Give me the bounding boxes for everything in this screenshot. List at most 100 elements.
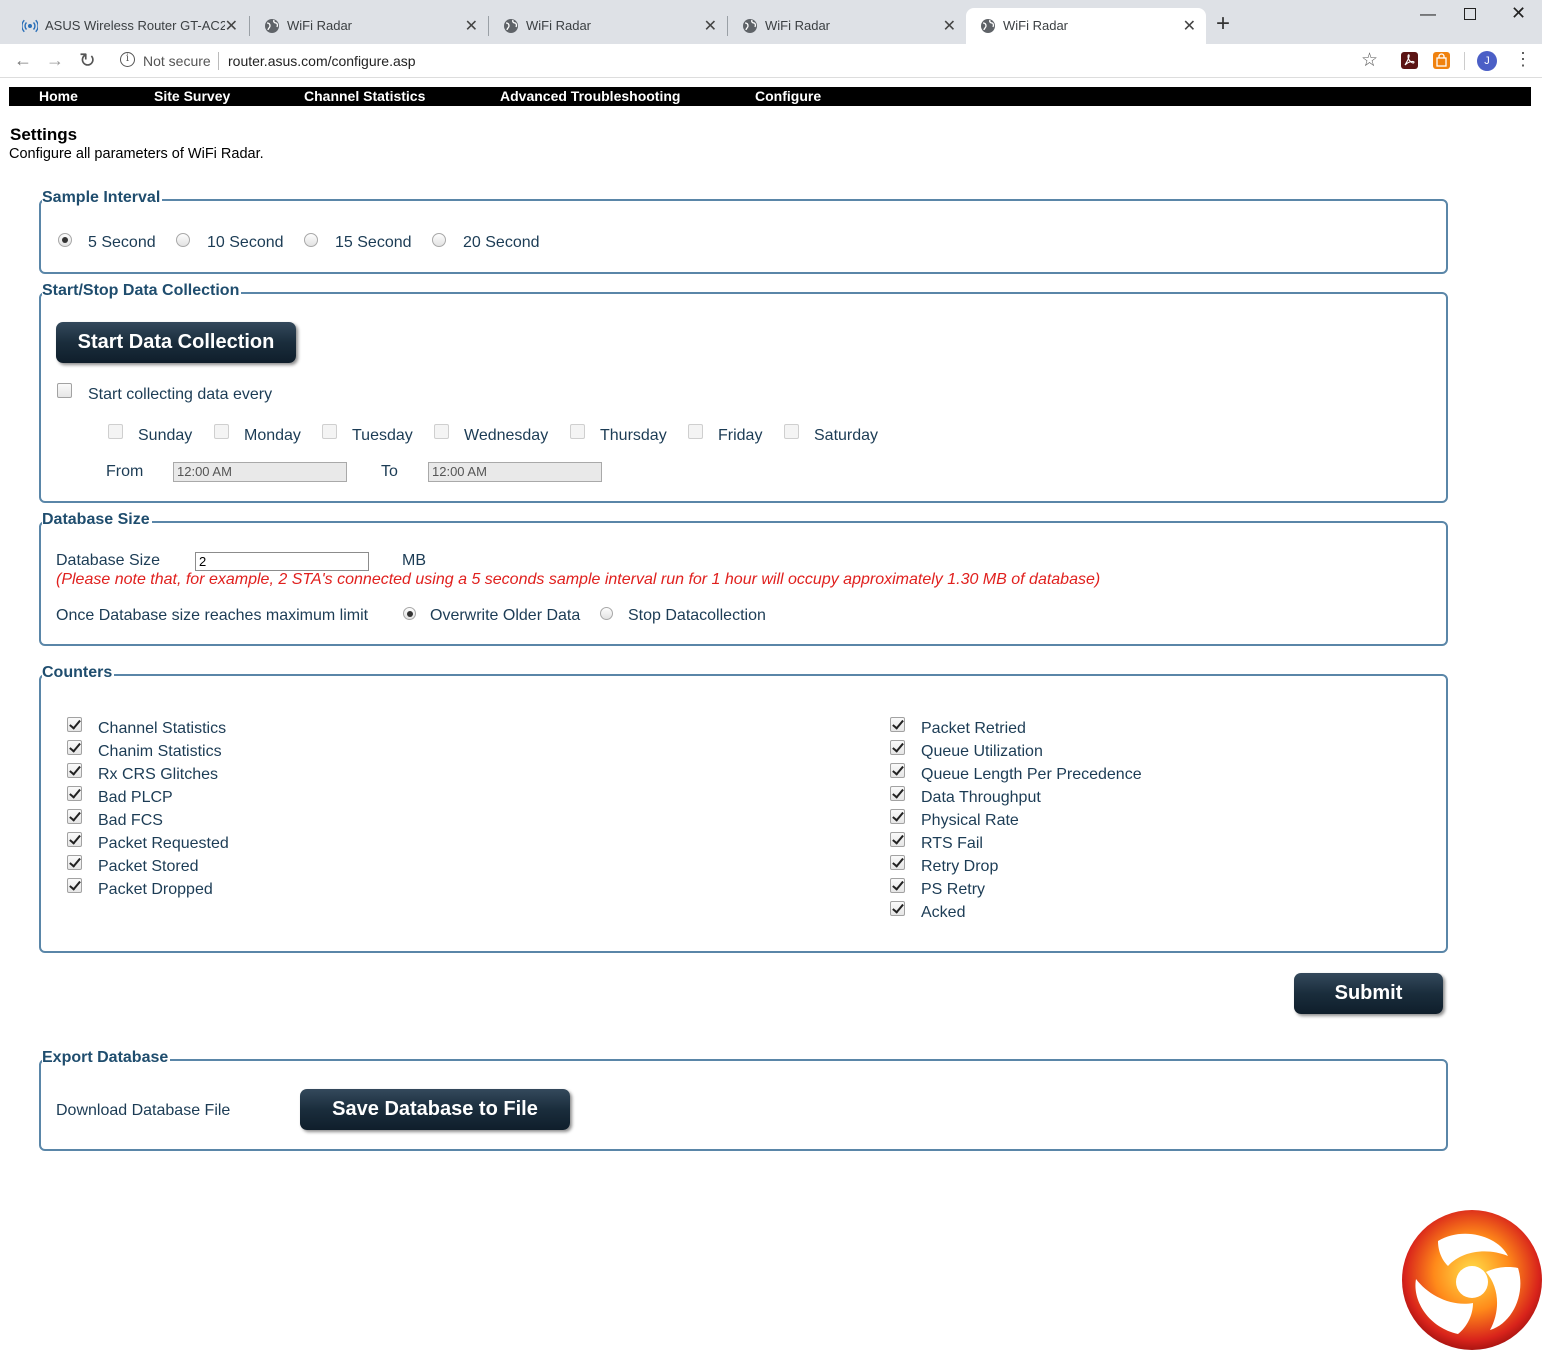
counter-checkbox-acked[interactable]	[890, 901, 905, 916]
database-size-legend: Database Size	[42, 511, 152, 529]
day-checkbox-thursday[interactable]	[570, 424, 585, 439]
window-close-icon[interactable]: ✕	[1511, 3, 1526, 24]
counter-checkbox-ps-retry[interactable]	[890, 878, 905, 893]
counter-checkbox-queue-length-per-precedence[interactable]	[890, 763, 905, 778]
data-collection-fieldset: Start/Stop Data Collection Start Data Co…	[39, 282, 1448, 503]
day-checkbox-monday[interactable]	[214, 424, 229, 439]
close-icon[interactable]: ✕	[704, 16, 717, 36]
counter-checkbox-packet-retried[interactable]	[890, 717, 905, 732]
browser-tabstrip: ASUS Wireless Router GT-AC2900 ✕ WiFi Ra…	[0, 0, 1542, 44]
day-checkbox-friday[interactable]	[688, 424, 703, 439]
day-label-thursday: Thursday	[600, 427, 667, 444]
to-time-input[interactable]: 12:00 AM	[428, 462, 602, 482]
from-label: From	[106, 463, 144, 480]
bookmark-star-icon[interactable]: ☆	[1361, 49, 1378, 72]
counter-checkbox-rts-fail[interactable]	[890, 832, 905, 847]
counter-checkbox-bad-plcp[interactable]	[67, 786, 82, 801]
counter-label: Packet Retried	[921, 720, 1026, 737]
radio-10-second[interactable]	[176, 233, 190, 247]
menu-configure[interactable]: Configure	[755, 88, 821, 104]
new-tab-icon[interactable]: +	[1216, 12, 1230, 36]
url-text[interactable]: router.asus.com/configure.asp	[228, 53, 416, 69]
radio-15-second[interactable]	[304, 233, 318, 247]
export-database-fieldset: Export Database Download Database File S…	[39, 1049, 1448, 1151]
database-size-input[interactable]: 2	[195, 552, 369, 571]
counter-checkbox-packet-dropped[interactable]	[67, 878, 82, 893]
day-label-wednesday: Wednesday	[464, 427, 549, 444]
counter-label: Acked	[921, 904, 966, 921]
day-checkbox-wednesday[interactable]	[434, 424, 449, 439]
close-icon[interactable]: ✕	[1183, 16, 1196, 36]
globe-icon	[981, 19, 995, 33]
menu-site-survey[interactable]: Site Survey	[154, 88, 230, 104]
browser-tab-wifi-radar-active[interactable]: WiFi Radar ✕	[966, 8, 1206, 44]
minimize-icon[interactable]: —	[1420, 6, 1436, 24]
counter-checkbox-packet-stored[interactable]	[67, 855, 82, 870]
radio-20-second[interactable]	[432, 233, 446, 247]
start-data-collection-button[interactable]: Start Data Collection	[56, 322, 296, 363]
sample-interval-legend: Sample Interval	[42, 189, 163, 207]
counter-label: Bad FCS	[98, 812, 163, 829]
kebab-menu-icon[interactable]: ⋮	[1514, 49, 1532, 70]
browser-tab-wifi-radar-2[interactable]: WiFi Radar ✕	[489, 8, 727, 44]
schedule-checkbox[interactable]	[57, 383, 72, 398]
browser-tab-wifi-radar-1[interactable]: WiFi Radar ✕	[250, 8, 488, 44]
submit-button[interactable]: Submit	[1294, 973, 1443, 1014]
radio-label-15-second: 15 Second	[335, 234, 412, 251]
counter-checkbox-queue-utilization[interactable]	[890, 740, 905, 755]
forward-arrow-icon[interactable]: →	[46, 50, 64, 71]
counter-checkbox-rx-crs-glitches[interactable]	[67, 763, 82, 778]
reload-icon[interactable]: ↻	[79, 48, 96, 73]
day-label-saturday: Saturday	[814, 427, 879, 444]
counter-label: Chanim Statistics	[98, 743, 222, 760]
day-checkbox-saturday[interactable]	[784, 424, 799, 439]
radio-overwrite-older-data[interactable]	[403, 607, 416, 620]
database-size-fieldset: Database Size Database Size 2 MB (Please…	[39, 511, 1448, 646]
counter-checkbox-physical-rate[interactable]	[890, 809, 905, 824]
day-checkbox-sunday[interactable]	[108, 424, 123, 439]
counter-checkbox-packet-requested[interactable]	[67, 832, 82, 847]
save-database-button[interactable]: Save Database to File	[300, 1089, 570, 1130]
maximize-icon[interactable]	[1464, 4, 1476, 20]
database-size-unit: MB	[402, 552, 426, 569]
radio-5-second[interactable]	[58, 233, 72, 247]
browser-tab-wifi-radar-3[interactable]: WiFi Radar ✕	[728, 8, 966, 44]
close-icon[interactable]: ✕	[943, 16, 956, 36]
counter-label: Rx CRS Glitches	[98, 766, 219, 783]
tab-title: WiFi Radar	[287, 18, 353, 33]
close-icon[interactable]: ✕	[225, 16, 238, 36]
counter-label: Packet Requested	[98, 835, 229, 852]
security-label: Not secure	[143, 53, 211, 69]
counter-checkbox-retry-drop[interactable]	[890, 855, 905, 870]
counter-checkbox-data-throughput[interactable]	[890, 786, 905, 801]
tab-title: WiFi Radar	[765, 18, 831, 33]
from-time-input[interactable]: 12:00 AM	[173, 462, 347, 482]
download-database-label: Download Database File	[56, 1102, 231, 1119]
counter-checkbox-bad-fcs[interactable]	[67, 809, 82, 824]
top-menu-bar: Home Site Survey Channel Statistics Adva…	[9, 87, 1531, 106]
close-icon[interactable]: ✕	[465, 16, 478, 36]
counter-label: Bad PLCP	[98, 789, 173, 806]
globe-icon	[265, 19, 279, 33]
counter-label: RTS Fail	[921, 835, 983, 852]
menu-channel-statistics[interactable]: Channel Statistics	[304, 88, 425, 104]
menu-advanced-troubleshooting[interactable]: Advanced Troubleshooting	[500, 88, 680, 104]
counter-checkbox-chanim-statistics[interactable]	[67, 740, 82, 755]
shopping-extension-icon[interactable]	[1433, 52, 1450, 69]
browser-toolbar: ← → ↻ i Not secure router.asus.com/confi…	[0, 44, 1542, 78]
menu-home[interactable]: Home	[39, 88, 78, 104]
address-bar[interactable]: i Not secure router.asus.com/configure.a…	[108, 46, 1392, 76]
back-arrow-icon[interactable]: ←	[14, 50, 32, 71]
pdf-extension-icon[interactable]	[1401, 52, 1418, 69]
browser-tab-router[interactable]: ASUS Wireless Router GT-AC2900 ✕	[8, 8, 248, 44]
day-checkbox-tuesday[interactable]	[322, 424, 337, 439]
profile-avatar[interactable]: J	[1477, 51, 1497, 71]
page-subtitle: Configure all parameters of WiFi Radar.	[9, 146, 264, 162]
day-label-tuesday: Tuesday	[352, 427, 413, 444]
toolbar-separator	[1464, 52, 1465, 70]
counter-label: Queue Length Per Precedence	[921, 766, 1142, 783]
info-icon[interactable]: i	[120, 52, 135, 67]
counter-label: Data Throughput	[921, 789, 1041, 806]
radio-stop-datacollection[interactable]	[600, 607, 613, 620]
counter-checkbox-channel-statistics[interactable]	[67, 717, 82, 732]
